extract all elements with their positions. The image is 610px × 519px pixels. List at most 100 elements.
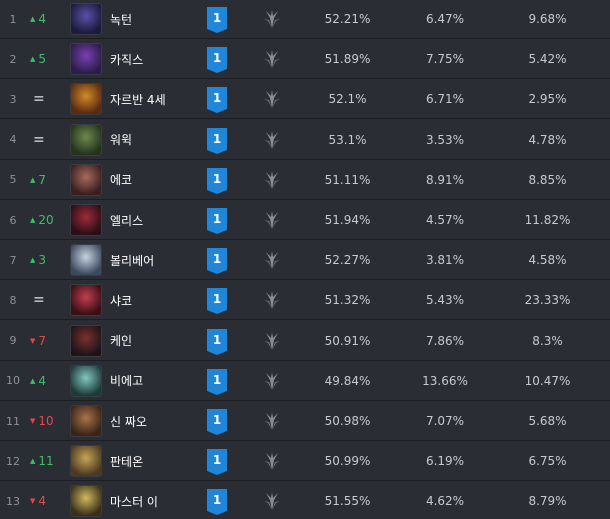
champion-portrait-icon[interactable] [70,204,102,236]
ban-rate: 8.85% [528,172,567,187]
champion-name[interactable]: 비에고 [110,361,200,401]
pick-rate: 3.53% [425,132,465,147]
win-rate: 50.91% [324,333,371,348]
table-row[interactable]: 10 ▲ 4 비에고 1 49.84% 13.66% 10.47% [0,360,610,401]
table-row[interactable]: 1 ▲ 4 녹턴 1 52.21% 6.47% 9.68% [0,0,610,39]
tier-badge: 1 [207,409,227,435]
table-row[interactable]: 12 ▲ 11 판테온 1 50.99% 6.19% 6.75% [0,441,610,482]
champion-name[interactable]: 에코 [110,160,200,200]
champion-portrait-icon[interactable] [70,83,102,116]
champion-name[interactable]: 카직스 [110,39,200,79]
champion-portrait-icon[interactable] [70,43,102,76]
champion-name[interactable]: 판테온 [110,441,200,481]
rank-change: ▼ 4 [30,481,64,519]
table-row[interactable]: 5 ▲ 7 에코 1 51.11% 8.91% 8.85% [0,159,610,200]
champion-name[interactable]: 신 짜오 [110,401,200,441]
champion-name[interactable]: 엘리스 [110,200,200,240]
jungle-role-icon [262,321,282,361]
champion-name[interactable]: 워윅 [110,120,200,160]
win-rate: 50.99% [324,454,371,469]
rank-change-value: 4 [38,12,47,26]
champion-portrait-icon[interactable] [70,324,102,357]
arrow-down-icon: ▼ [30,417,36,425]
rank-number: 12 [6,454,20,468]
ban-rate: 23.33% [524,293,571,308]
rank-number: 1 [9,12,17,26]
jungle-role-icon [262,0,282,39]
rank-change-value: 3 [38,253,47,268]
pick-rate: 7.75% [425,52,465,67]
table-row[interactable]: 2 ▲ 5 카직스 1 51.89% 7.75% 5.42% [0,39,610,80]
rank-number: 3 [9,92,17,106]
ban-rate: 4.78% [528,132,567,147]
rank-number: 5 [9,173,17,187]
rank-change: ▲ 3 [30,240,64,280]
table-row[interactable]: 8 = 샤코 1 51.32% 5.43% 23.33% [0,280,610,321]
rank-number: 11 [6,414,20,428]
ban-rate: 9.68% [528,12,567,26]
arrow-up-icon: ▲ [30,175,36,184]
rank-change-value: 4 [38,494,47,509]
pick-rate: 7.07% [425,414,465,428]
jungle-role-icon [262,240,282,280]
table-row[interactable]: 3 = 자르반 4세 1 52.1% 6.71% 2.95% [0,79,610,120]
champion-name[interactable]: 샤코 [110,280,200,320]
table-row[interactable]: 7 ▲ 3 볼리베어 1 52.27% 3.81% 4.58% [0,240,610,281]
win-rate: 51.11% [324,172,371,187]
jungle-role-icon [262,79,282,119]
champion-portrait-icon[interactable] [70,485,102,518]
pick-rate: 8.91% [425,172,465,187]
table-row[interactable]: 9 ▼ 7 케인 1 50.91% 7.86% 8.3% [0,320,610,361]
arrow-up-icon: ▲ [30,216,36,224]
champion-portrait-icon[interactable] [70,405,102,437]
tier-badge: 1 [207,167,227,194]
pick-rate: 6.71% [425,92,465,107]
rank-number: 13 [6,494,20,508]
ban-rate: 11.82% [524,213,571,227]
tier-badge: 1 [207,449,227,476]
jungle-role-icon [262,200,282,240]
tier-badge: 1 [207,208,227,234]
table-row[interactable]: 13 ▼ 4 마스터 이 1 51.55% 4.62% 8.79% [0,481,610,519]
champion-name[interactable]: 케인 [110,321,200,361]
champion-portrait-icon[interactable] [70,244,102,277]
pick-rate: 6.19% [425,454,465,469]
jungle-role-icon [262,39,282,79]
arrow-up-icon: ▲ [30,15,36,23]
champion-name[interactable]: 마스터 이 [110,481,200,519]
champion-portrait-icon[interactable] [70,3,102,35]
win-rate: 52.1% [328,92,367,107]
rank-number: 6 [9,213,17,227]
champion-portrait-icon[interactable] [70,445,102,478]
table-row[interactable]: 4 = 워윅 1 53.1% 3.53% 4.78% [0,119,610,160]
champion-name[interactable]: 녹턴 [110,0,200,39]
champion-tier-table: 1 ▲ 4 녹턴 1 52.21% 6.47% 9.68% 2 ▲ 5 카직스 1 51.89% 7.75%… [0,0,610,519]
rank-change: = [33,131,45,148]
champion-portrait-icon[interactable] [70,163,102,196]
tier-badge: 1 [207,368,227,395]
tier-badge: 1 [207,288,227,315]
rank-change: ▼ 10 [30,401,64,441]
table-row[interactable]: 6 ▲ 20 엘리스 1 51.94% 4.57% 11.82% [0,200,610,240]
rank-number: 2 [9,52,17,66]
ban-rate: 8.3% [532,333,563,348]
pick-rate: 3.81% [425,253,465,268]
pick-rate: 7.86% [425,333,465,348]
tier-badge: 1 [207,489,227,516]
champion-name[interactable]: 볼리베어 [110,240,200,280]
champion-portrait-icon[interactable] [70,123,102,156]
pick-rate: 13.66% [422,373,468,388]
table-row[interactable]: 11 ▼ 10 신 짜오 1 50.98% 7.07% 5.68% [0,401,610,441]
win-rate: 50.98% [324,414,371,428]
champion-portrait-icon[interactable] [70,364,102,397]
rank-change-value: 7 [38,333,47,348]
jungle-role-icon [262,160,282,200]
jungle-role-icon [262,120,282,160]
win-rate: 51.89% [324,52,371,67]
champion-name[interactable]: 자르반 4세 [110,79,200,119]
arrow-up-icon: ▲ [30,457,36,466]
champion-portrait-icon[interactable] [70,284,102,317]
rank-change: ▲ 20 [30,200,64,240]
win-rate: 51.32% [324,293,371,308]
rank-number: 8 [9,293,17,307]
